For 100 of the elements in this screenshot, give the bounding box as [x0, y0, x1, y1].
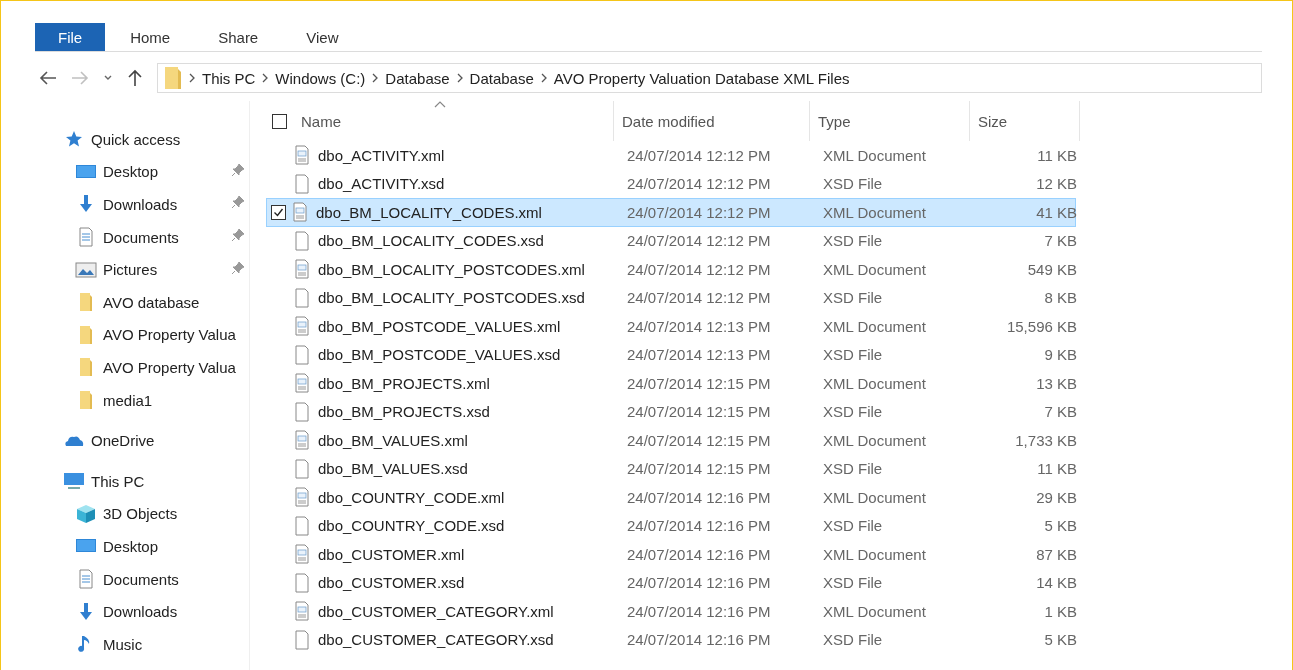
chevron-right-icon [371, 73, 380, 83]
row-checkbox[interactable] [271, 204, 286, 220]
size-cell-text: 41 KB [1035, 203, 1078, 221]
column-header[interactable]: Name [264, 101, 614, 141]
nav-item[interactable]: AVO database [35, 285, 249, 319]
nav-item[interactable]: AVO Property Valua [35, 318, 249, 352]
file-row[interactable]: dbo_BM_LOCALITY_POSTCODES.xsd 24/07/2014 12:12 PM XSD File 8 KB [266, 283, 1076, 312]
date-cell-text: 24/07/2014 12:13 PM [626, 317, 772, 335]
date-cell-text: 24/07/2014 12:16 PM [626, 631, 772, 649]
type-cell-text: XML Document [822, 203, 927, 221]
type-cell-text: XSD File [822, 631, 884, 649]
nav-item[interactable]: Documents [35, 562, 249, 596]
breadcrumb[interactable]: Windows (C:) [275, 69, 366, 87]
file-row[interactable]: dbo_ACTIVITY.xsd 24/07/2014 12:12 PM XSD File 12 KB [266, 169, 1076, 198]
pin-icon[interactable] [231, 228, 245, 243]
file-icon [294, 173, 310, 194]
breadcrumb[interactable]: AVO Property Valuation Database XML Files [553, 69, 850, 87]
type-cell-text: XSD File [822, 517, 884, 535]
type-cell-text: XSD File [822, 346, 884, 364]
date-cell-text: 24/07/2014 12:16 PM [626, 488, 772, 506]
nav-item[interactable]: Desktop [35, 530, 249, 563]
file-row[interactable]: dbo_BM_POSTCODE_VALUES.xml 24/07/2014 12:13 PM XML Document 15,596 KB [266, 312, 1076, 341]
file-row[interactable]: dbo_BM_PROJECTS.xsd 24/07/2014 12:15 PM XSD File 7 KB [266, 397, 1076, 426]
nav-item[interactable]: Downloads [35, 595, 249, 628]
file-name: dbo_CUSTOMER_CATEGORY.xml [317, 602, 554, 620]
size-cell-text: 11 KB [1036, 460, 1078, 478]
file-icon [294, 344, 310, 365]
xml-file-icon [294, 316, 310, 337]
ribbon-tab[interactable]: Home [107, 23, 194, 51]
file-name: dbo_BM_PROJECTS.xsd [317, 403, 490, 421]
type-cell-text: XML Document [822, 488, 927, 506]
file-name: dbo_BM_LOCALITY_POSTCODES.xml [317, 260, 585, 278]
file-icon [294, 401, 310, 422]
size-cell-text: 7 KB [1043, 232, 1078, 250]
breadcrumb[interactable]: This PC [202, 69, 256, 87]
file-row[interactable]: dbo_COUNTRY_CODE.xsd 24/07/2014 12:16 PM XSD File 5 KB [266, 511, 1076, 540]
ribbon-tab[interactable]: Share [195, 23, 282, 51]
file-row[interactable]: dbo_BM_LOCALITY_CODES.xml 24/07/2014 12:12 PM XML Document 41 KB [266, 198, 1076, 227]
file-row[interactable]: dbo_ACTIVITY.xml 24/07/2014 12:12 PM XML Document 11 KB [266, 141, 1076, 170]
pin-icon[interactable] [231, 195, 245, 210]
file-row[interactable]: dbo_BM_LOCALITY_CODES.xsd 24/07/2014 12:12 PM XSD File 7 KB [266, 226, 1076, 255]
size-cell-text: 549 KB [1026, 260, 1078, 278]
size-cell-text: 12 KB [1035, 175, 1078, 193]
file-row[interactable]: dbo_COUNTRY_CODE.xml 24/07/2014 12:16 PM XML Document 29 KB [266, 483, 1076, 512]
nav-item[interactable]: Documents [35, 220, 249, 254]
select-all-checkbox[interactable] [272, 113, 287, 129]
file-row[interactable]: dbo_BM_VALUES.xml 24/07/2014 12:15 PM XML Document 1,733 KB [266, 426, 1076, 455]
file-row[interactable]: dbo_BM_POSTCODE_VALUES.xsd 24/07/2014 12:13 PM XSD File 9 KB [266, 340, 1076, 369]
file-row[interactable]: dbo_CUSTOMER.xsd 24/07/2014 12:16 PM XSD File 14 KB [266, 568, 1076, 597]
type-cell-text: XSD File [822, 175, 884, 193]
date-cell-text: 24/07/2014 12:15 PM [626, 431, 772, 449]
file-icon [294, 629, 310, 650]
file-name: dbo_ACTIVITY.xml [317, 146, 445, 164]
nav-item[interactable]: Quick access [35, 123, 249, 156]
xml-file-icon [294, 601, 310, 622]
address-bar[interactable]: This PC Windows (C:) Database Database AVO Property Valuation Database XML Files [157, 63, 1262, 93]
date-cell-text: 24/07/2014 12:12 PM [626, 203, 772, 221]
date-cell-text: 24/07/2014 12:16 PM [626, 545, 772, 563]
breadcrumb[interactable]: Database [469, 69, 534, 87]
file-row[interactable]: dbo_CUSTOMER.xml 24/07/2014 12:16 PM XML Document 87 KB [266, 540, 1076, 569]
date-cell-text: 24/07/2014 12:15 PM [626, 403, 772, 421]
size-cell-text: 5 KB [1043, 517, 1078, 535]
nav-item[interactable]: Downloads [35, 188, 249, 221]
caret-icon [103, 74, 113, 82]
picture-icon [75, 259, 97, 280]
pin-icon[interactable] [231, 260, 245, 275]
file-row[interactable]: dbo_CUSTOMER_CATEGORY.xml 24/07/2014 12:16 PM XML Document 1 KB [266, 597, 1076, 626]
file-row[interactable]: dbo_BM_LOCALITY_POSTCODES.xml 24/07/2014 12:12 PM XML Document 549 KB [266, 255, 1076, 284]
file-icon [294, 230, 310, 251]
column-header[interactable]: Size [970, 101, 1080, 141]
file-row[interactable]: dbo_BM_VALUES.xsd 24/07/2014 12:15 PM XSD File 11 KB [266, 454, 1076, 483]
nav-item[interactable]: 3D Objects [35, 497, 249, 531]
column-header[interactable]: Date modified [614, 101, 810, 141]
ribbon-tab[interactable]: View [283, 23, 362, 51]
size-cell-text: 14 KB [1035, 574, 1078, 592]
nav-item[interactable]: media1 [35, 383, 249, 417]
size-cell-text: 7 KB [1043, 403, 1078, 421]
nav-item[interactable]: OneDrive [35, 424, 249, 457]
nav-item[interactable]: Desktop [35, 155, 249, 189]
file-name: dbo_CUSTOMER_CATEGORY.xsd [317, 631, 554, 649]
pin-icon[interactable] [231, 162, 245, 177]
size-cell-text: 8 KB [1043, 289, 1078, 307]
ribbon-tab[interactable]: File [35, 23, 106, 51]
nav-item[interactable]: Music [35, 627, 249, 661]
file-row[interactable]: dbo_CUSTOMER_CATEGORY.xsd 24/07/2014 12:16 PM XSD File 5 KB [266, 625, 1076, 654]
nav-item[interactable]: This PC [35, 464, 249, 498]
breadcrumb[interactable]: Database [385, 69, 450, 87]
size-cell-text: 5 KB [1043, 631, 1078, 649]
date-cell-text: 24/07/2014 12:12 PM [626, 260, 772, 278]
file-name: dbo_CUSTOMER.xml [317, 545, 465, 563]
nav-item[interactable]: Pictures [35, 253, 249, 286]
xml-file-icon [294, 373, 310, 394]
chevron-right-icon [539, 73, 548, 83]
file-row[interactable]: dbo_BM_PROJECTS.xml 24/07/2014 12:15 PM XML Document 13 KB [266, 369, 1076, 398]
column-header[interactable]: Type [810, 101, 970, 141]
size-cell-text: 13 KB [1035, 374, 1078, 392]
file-name: dbo_BM_POSTCODE_VALUES.xml [317, 317, 561, 335]
file-name: dbo_CUSTOMER.xsd [317, 574, 465, 592]
file-name: dbo_BM_POSTCODE_VALUES.xsd [317, 346, 561, 364]
nav-item[interactable]: AVO Property Valua [35, 351, 249, 384]
